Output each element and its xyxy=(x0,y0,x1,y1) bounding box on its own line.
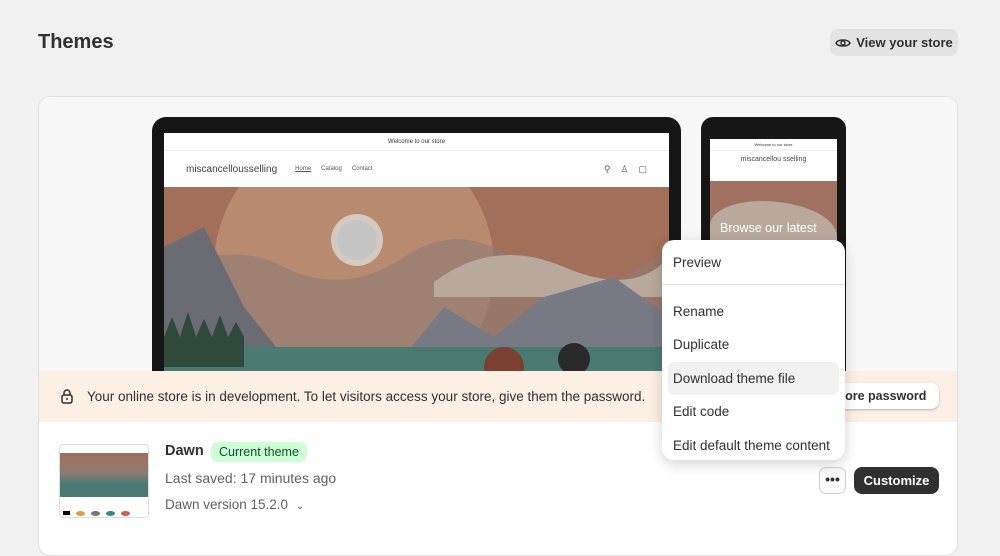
desktop-preview: Welcome to our store miscancelloussellin… xyxy=(152,117,681,393)
more-actions-button[interactable]: ••• xyxy=(819,467,846,494)
lock-icon xyxy=(61,389,73,404)
view-store-label: View your store xyxy=(856,35,953,50)
menu-item-preview[interactable]: Preview xyxy=(668,246,839,280)
theme-name: Dawn xyxy=(165,443,204,459)
mobile-store-logo: miscancellou sselling xyxy=(740,156,807,163)
customize-button[interactable]: Customize xyxy=(854,467,939,494)
search-icon: ⚲ xyxy=(603,163,611,174)
mobile-hero-text: Browse our latest xyxy=(720,221,817,235)
theme-thumbnail xyxy=(59,444,149,518)
theme-version-toggle[interactable]: Dawn version 15.2.0 ⌄ xyxy=(165,497,304,512)
theme-version: Dawn version 15.2.0 xyxy=(165,497,289,512)
menu-item-edit-code[interactable]: Edit code xyxy=(668,395,839,429)
eye-icon xyxy=(835,38,852,47)
nav-home: Home xyxy=(295,166,312,172)
last-saved: Last saved: 17 minutes ago xyxy=(165,470,337,486)
mobile-announcement: Welcome to our store xyxy=(710,139,837,151)
banner-message: Your online store is in development. To … xyxy=(87,389,646,404)
current-theme-badge: Current theme xyxy=(211,442,307,462)
chevron-down-icon: ⌄ xyxy=(295,501,305,512)
theme-actions-menu: Preview Rename Duplicate Download theme … xyxy=(662,240,845,460)
menu-divider xyxy=(662,283,845,285)
menu-item-download-theme-file[interactable]: Download theme file xyxy=(668,361,839,395)
nav-contact: Contact xyxy=(351,166,373,172)
page-title: Themes xyxy=(38,31,114,53)
account-icon: ♙ xyxy=(620,163,629,174)
cart-icon: ▢ xyxy=(638,163,647,174)
menu-item-edit-default-theme-content[interactable]: Edit default theme content xyxy=(668,429,839,463)
view-store-button[interactable]: View your store xyxy=(830,29,958,56)
menu-item-duplicate[interactable]: Duplicate xyxy=(668,328,839,362)
hero-image xyxy=(164,133,669,393)
nav-catalog: Catalog xyxy=(321,166,342,172)
store-logo: miscancellousselling xyxy=(186,163,278,175)
menu-item-rename[interactable]: Rename xyxy=(668,295,839,329)
announcement-bar: Welcome to our store xyxy=(164,133,669,151)
